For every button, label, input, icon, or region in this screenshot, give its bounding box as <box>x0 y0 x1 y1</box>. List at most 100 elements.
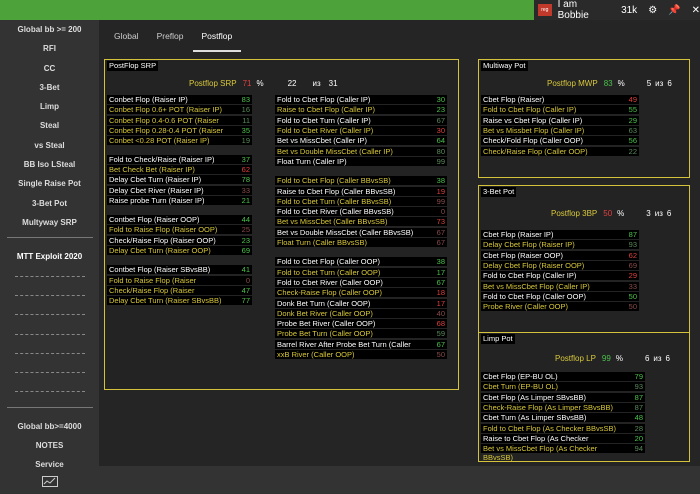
sidebar-item-3bet-pot[interactable]: 3-Bet Pot <box>0 194 99 213</box>
stat-row[interactable]: Fold to Cbet Flop (Caller IP) 29 <box>481 271 639 281</box>
stat-row[interactable]: Contbet Flop (Raiser OOP) 44 <box>107 215 252 225</box>
stat-row[interactable]: Bet vs MissCbet Flop (Caller IP) 33 <box>481 281 639 291</box>
sidebar-empty-slot[interactable] <box>0 382 99 401</box>
stat-row[interactable]: Delay Cbet Flop (Raiser IP) 93 <box>481 240 639 250</box>
stat-row[interactable]: Conbet <0.28 POT (Raiser IP) 19 <box>107 136 252 146</box>
stat-row[interactable]: Cbet Turn (As Limper SBvsBB) 48 <box>481 413 645 423</box>
stat-row[interactable]: Fold to Cbet Turn (Caller IP) 67 <box>275 115 447 125</box>
stat-row[interactable]: Float Turn (Caller BBvsSB) 67 <box>275 238 447 248</box>
stat-row[interactable]: Cbet Flop (EP-BU OL) 79 <box>481 372 645 382</box>
sidebar-empty-slot[interactable] <box>0 286 99 305</box>
stat-label: Probe Bet Turn (Caller OOP) <box>275 329 421 339</box>
stat-row[interactable]: Conbet Flop 0.4-0.6 POT (Raiser IP)11 <box>107 115 252 134</box>
stat-row[interactable]: Probe Bet Turn (Caller OOP) 59 <box>275 329 447 339</box>
stat-row[interactable]: Raise to Cbet Flop (Caller IP) 23 <box>275 105 447 115</box>
stat-row[interactable]: Donk Bet River (Caller OOP) 40 <box>275 308 447 318</box>
stat-row[interactable]: Barrel River After Probe Bet Turn (Calle… <box>275 339 447 358</box>
stat-row[interactable]: Conbet Flop 0.6+ POT (Raiser IP) 16 <box>107 105 252 115</box>
tab-postflop[interactable]: Postflop <box>192 20 242 52</box>
header-of: из <box>653 353 662 363</box>
user-name[interactable]: I am Bobbie <box>558 0 603 21</box>
sidebar-empty-slot[interactable] <box>0 363 99 382</box>
stat-row[interactable]: Fold to Raise Flop (Raiser SBvsBB)0 <box>107 275 252 294</box>
stat-row[interactable]: Bet vs MissCbet Flop (As Checker BBvsSB)… <box>481 444 645 462</box>
stat-row[interactable]: Delay Cbet River (Raiser IP) 33 <box>107 185 252 195</box>
pin-icon[interactable]: 📌 <box>668 5 680 16</box>
sidebar-item-mtt-exploit[interactable]: MTT Exploit 2020 <box>0 247 99 266</box>
stat-row[interactable]: Check/Raise Flop (Caller OOP) 22 <box>481 146 639 156</box>
stat-row[interactable]: Bet vs MissCbet (Caller IP) 64 <box>275 136 447 146</box>
sidebar-item-steal[interactable]: Steal <box>0 116 99 135</box>
sidebar-empty-slot[interactable] <box>0 344 99 363</box>
sidebar-item-service[interactable]: Service <box>0 455 99 474</box>
stat-row[interactable]: Bet vs MissCbet (Caller BBvsSB) 73 <box>275 217 447 227</box>
stat-row[interactable]: Bet Check Bet (Raiser IP) 62 <box>107 164 252 174</box>
stat-row[interactable]: Raise to Cbet Flop (Caller BBvsSB) 19 <box>275 186 447 196</box>
stat-row[interactable]: Delay Cbet Turn (Raiser SBvsBB) 77 <box>107 296 252 306</box>
stat-row[interactable]: Probe River (Caller OOP) 50 <box>481 302 639 312</box>
sidebar-empty-slot[interactable] <box>0 324 99 343</box>
stat-row[interactable]: Conbet Flop 0.28-0.4 POT (Raiser IP)35 <box>107 126 252 144</box>
stat-row[interactable]: Check/Raise Flop (Raiser SBvsBB)47 <box>107 285 252 304</box>
stat-row[interactable]: Fold to Cbet River (Caller IP) 30 <box>275 126 447 136</box>
stat-value: 69 <box>226 246 252 256</box>
stat-row[interactable]: Fold to Check/Raise (Raiser IP) 37 <box>107 154 252 164</box>
sidebar-item-global[interactable]: Global bb >= 200 <box>0 20 99 39</box>
stat-row[interactable]: Probe Bet River (Caller OOP) 68 <box>275 319 447 329</box>
sidebar-item-vs-steal[interactable]: vs Steal <box>0 136 99 155</box>
stat-row[interactable]: Bet vs Double MissCbet (Caller BBvsSB) 67 <box>275 227 447 237</box>
close-icon[interactable]: ✕ <box>692 5 700 16</box>
stat-row[interactable]: Delay Cbet Turn (Raiser IP) 78 <box>107 175 252 185</box>
stat-row[interactable]: Check/Fold Flop (Caller OOP) 56 <box>481 136 639 146</box>
stat-row[interactable]: Raise vs Cbet Flop (Caller IP) 29 <box>481 115 639 125</box>
stat-row[interactable]: Conbet Flop (Raiser IP) 83 <box>107 95 252 105</box>
stat-row[interactable]: Cbet Turn (EP-BU OL) 93 <box>481 382 645 392</box>
gear-icon[interactable]: ⚙ <box>648 5 657 16</box>
sidebar-empty-slot[interactable] <box>0 305 99 324</box>
sidebar-item-limp[interactable]: Limp <box>0 97 99 116</box>
stat-row[interactable]: Fold to Cbet Flop (As Checker BBvsSB) 28 <box>481 423 645 433</box>
stat-row[interactable]: Raise probe Turn (Raiser IP) 21 <box>107 195 252 205</box>
stat-value: 0 <box>421 207 447 217</box>
stat-row[interactable]: Check-Raise Flop (As Limper SBvsBB) 87 <box>481 403 645 413</box>
stat-row[interactable]: Contbet Flop (Raiser SBvsBB) 41 <box>107 265 252 275</box>
stat-label: Conbet Flop 0.28-0.4 POT (Raiser IP) <box>107 126 226 144</box>
stat-row[interactable]: Cbet Flop (As Limper SBvsBB) 87 <box>481 392 645 402</box>
stat-row[interactable]: Bet vs Missbet Flop (Caller IP) 63 <box>481 126 639 136</box>
sidebar-item-cc[interactable]: CC <box>0 59 99 78</box>
stat-row[interactable]: Bet vs Double MissCbet (Caller IP) 80 <box>275 146 447 156</box>
stat-row[interactable]: Raise to Cbet Flop (As Checker BBvsSB)20 <box>481 433 645 452</box>
sidebar-item-multyway[interactable]: Multyway SRP <box>0 213 99 232</box>
stat-row[interactable]: Cbet Flop (Raiser IP) 87 <box>481 230 639 240</box>
stat-row[interactable]: Fold to Cbet Flop (Caller OOP) 50 <box>481 291 639 301</box>
sidebar-item-3bet[interactable]: 3-Bet <box>0 78 99 97</box>
stat-row[interactable]: Fold to Cbet Turn (Caller OOP) 17 <box>275 267 447 277</box>
tab-global[interactable]: Global <box>105 20 148 52</box>
stat-row[interactable]: xxB River (Caller OOP) 50 <box>275 350 447 360</box>
stat-row[interactable]: Cbet Flop (Raiser) 49 <box>481 95 639 105</box>
stat-row[interactable]: Fold to Cbet Flop (Caller OOP) 38 <box>275 257 447 267</box>
stat-row[interactable]: Fold to Cbet River (Caller BBvsSB) 0 <box>275 207 447 217</box>
stat-row[interactable]: Cbet Flop (Raiser OOP) 62 <box>481 250 639 260</box>
sidebar-item-rfi[interactable]: RFI <box>0 39 99 58</box>
stat-row[interactable]: Delay Cbet Turn (Raiser OOP) 69 <box>107 246 252 256</box>
stat-row[interactable]: Float Turn (Caller IP) 99 <box>275 156 447 166</box>
stat-row[interactable]: Donk Bet Turn (Caller OOP) 17 <box>275 298 447 308</box>
tab-preflop[interactable]: Preflop <box>148 20 193 52</box>
panel-title: Limp Pot <box>481 334 515 344</box>
sidebar-item-bb-iso[interactable]: BB Iso LSteal <box>0 155 99 174</box>
stat-row[interactable]: Check/Raise Flop (Raiser OOP) 23 <box>107 235 252 245</box>
stat-row[interactable]: Fold to Cbet Flop (Caller IP) 30 <box>275 95 447 105</box>
stat-row[interactable]: Fold to Cbet Flop (Caller BBvsSB) 38 <box>275 176 447 186</box>
stat-row[interactable]: Fold to Cbet Turn (Caller BBvsSB) 99 <box>275 196 447 206</box>
stat-row[interactable]: Check-Raise Flop (Caller OOP) 18 <box>275 288 447 298</box>
sidebar-empty-slot[interactable] <box>0 267 99 286</box>
stat-row[interactable]: Fold to Raise Flop (Raiser OOP) 25 <box>107 225 252 235</box>
sidebar-item-global-4000[interactable]: Global bb>=4000 <box>0 417 99 436</box>
sidebar-item-srp[interactable]: Single Raise Pot <box>0 174 99 193</box>
stat-row[interactable]: Fold to Cbet River (Caller OOP) 67 <box>275 277 447 287</box>
sidebar-item-notes[interactable]: NOTES <box>0 436 99 455</box>
chart-icon[interactable] <box>0 475 99 494</box>
stat-row[interactable]: Delay Cbet Flop (Raiser OOP) 69 <box>481 261 639 271</box>
stat-row[interactable]: Fold to Cbet Flop (Caller IP) 55 <box>481 105 639 115</box>
